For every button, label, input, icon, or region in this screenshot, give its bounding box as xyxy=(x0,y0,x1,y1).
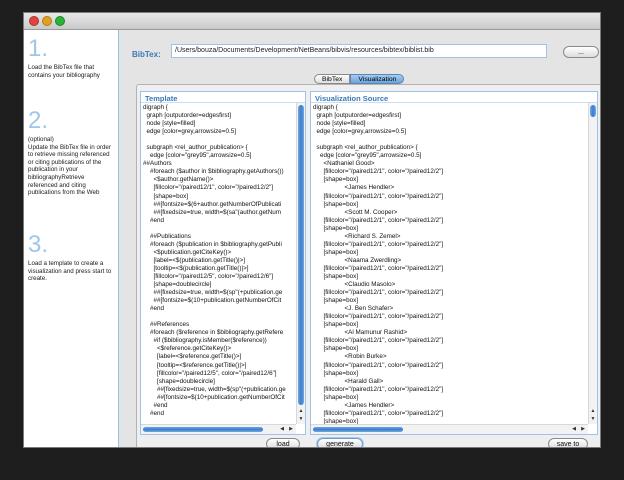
template-title: Template xyxy=(141,92,305,103)
step-3-number: 3. xyxy=(28,231,49,258)
tab-bibtex[interactable]: BibTex xyxy=(314,74,351,84)
zoom-window-icon[interactable] xyxy=(55,16,65,26)
generate-button[interactable]: generate xyxy=(317,438,363,447)
step-2: 2. (optional) Update the BibTex file in … xyxy=(28,108,114,197)
scroll-up-icon[interactable]: ▲ xyxy=(297,407,305,415)
visualization-horizontal-scroll-thumb[interactable] xyxy=(313,427,403,432)
template-vertical-scroll-thumb[interactable] xyxy=(298,105,304,405)
save-to-button[interactable]: save to xyxy=(548,438,588,447)
scroll-down-icon[interactable]: ▼ xyxy=(297,415,305,423)
template-panel: Template digraph { graph [outputorder=ed… xyxy=(140,91,306,435)
bibtex-path-field[interactable]: /Users/bouza/Documents/Development/NetBe… xyxy=(171,44,547,58)
tab-visualization[interactable]: Visualization xyxy=(350,74,405,84)
visualization-source-title: Visualization Source xyxy=(311,92,597,103)
close-window-icon[interactable] xyxy=(29,16,39,26)
template-editor[interactable]: digraph { graph [outputorder=edgesfirst]… xyxy=(143,104,295,424)
step-1-text: Load the BibTex file that contains your … xyxy=(28,64,100,79)
visualization-source-editor[interactable]: digraph { graph [outputorder=edgesfirst]… xyxy=(313,104,587,424)
template-horizontal-scrollbar[interactable]: ◀ ▶ xyxy=(141,424,296,434)
step-2-number: 2. xyxy=(28,107,49,134)
load-button[interactable]: load xyxy=(266,438,300,447)
template-vertical-scrollbar[interactable]: ▲ ▼ xyxy=(296,103,305,424)
step-3: 3. Load a template to create a visualiza… xyxy=(28,232,114,283)
template-horizontal-scroll-thumb[interactable] xyxy=(143,427,263,432)
step-3-text: Load a template to create a visualizatio… xyxy=(28,260,112,283)
scroll-left-icon[interactable]: ◀ xyxy=(570,425,578,434)
bibtex-label: BibTex: xyxy=(132,50,161,59)
title-bar xyxy=(24,13,600,30)
browse-button[interactable]: ... xyxy=(563,46,599,58)
step-1: 1. Load the BibTex file that contains yo… xyxy=(28,36,114,79)
window-content: 1. Load the BibTex file that contains yo… xyxy=(24,30,600,447)
visualization-vertical-scrollbar[interactable]: ▲ ▼ xyxy=(588,103,597,424)
step-1-number: 1. xyxy=(28,35,49,62)
scroll-right-icon[interactable]: ▶ xyxy=(579,425,587,434)
step-2-text: (optional) Update the BibTex file in ord… xyxy=(28,136,111,197)
main-area: BibTex: /Users/bouza/Documents/Developme… xyxy=(119,30,600,447)
visualization-vertical-scroll-thumb[interactable] xyxy=(590,105,596,117)
scroll-up-icon[interactable]: ▲ xyxy=(589,407,597,415)
scroll-left-icon[interactable]: ◀ xyxy=(278,425,286,434)
visualization-source-panel: Visualization Source digraph { graph [ou… xyxy=(310,91,598,435)
minimize-window-icon[interactable] xyxy=(42,16,52,26)
instructions-sidebar: 1. Load the BibTex file that contains yo… xyxy=(24,30,119,447)
scroll-down-icon[interactable]: ▼ xyxy=(589,415,597,423)
app-window: 1. Load the BibTex file that contains yo… xyxy=(23,12,601,448)
visualization-tab-content: Template digraph { graph [outputorder=ed… xyxy=(136,84,600,447)
scroll-right-icon[interactable]: ▶ xyxy=(287,425,295,434)
view-tabs: BibTex Visualization xyxy=(314,74,405,84)
visualization-horizontal-scrollbar[interactable]: ◀ ▶ xyxy=(311,424,588,434)
